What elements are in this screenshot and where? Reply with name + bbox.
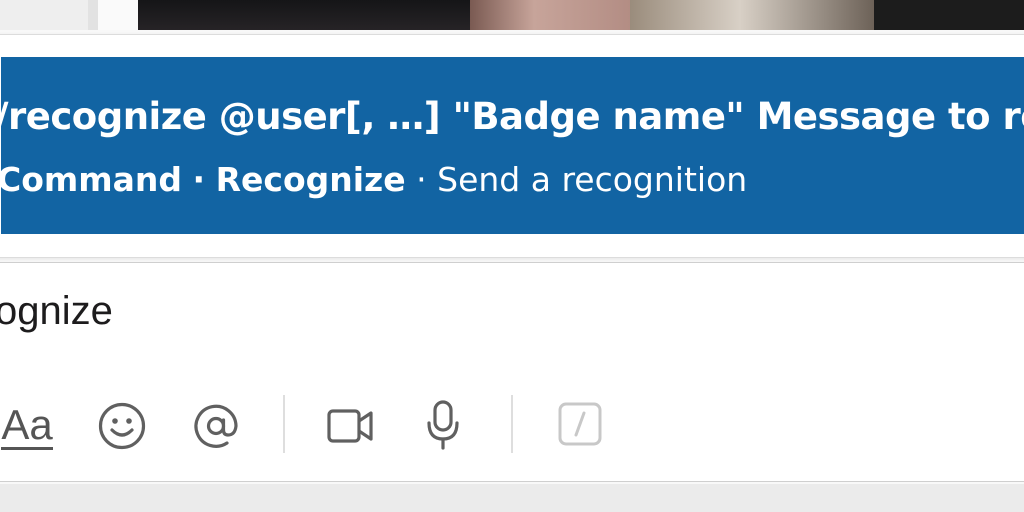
toolbar-divider <box>511 395 513 453</box>
command-syntax: /recognize @user[, …] "Badge name" Messa… <box>1 95 1024 138</box>
command-app-label: Recognize <box>215 160 406 199</box>
command-meta: Command · Recognize · Send a recognition <box>1 160 747 199</box>
history-gap <box>98 0 138 30</box>
emoji-icon[interactable] <box>95 399 149 453</box>
command-type-label: Command <box>1 160 183 199</box>
text-format-icon[interactable]: Aa <box>0 398 57 454</box>
bottom-bar <box>0 484 1024 512</box>
image-thumbnail[interactable] <box>874 0 1024 30</box>
sidebar-divider <box>88 0 98 30</box>
image-thumbnail[interactable] <box>138 0 470 30</box>
message-history-strip <box>0 0 1024 30</box>
message-input[interactable]: ognize <box>0 289 113 334</box>
command-suggestion-item[interactable]: /recognize @user[, …] "Badge name" Messa… <box>1 57 1024 234</box>
mention-icon[interactable] <box>189 399 243 453</box>
message-composer[interactable]: ognize Aa <box>0 262 1024 482</box>
toolbar-divider <box>283 395 285 453</box>
command-description: Send a recognition <box>437 160 748 199</box>
meta-separator: · <box>416 160 427 199</box>
meta-separator: · <box>192 160 206 199</box>
app-stage: /recognize @user[, …] "Badge name" Messa… <box>0 0 1024 512</box>
image-thumbnail[interactable] <box>630 0 874 30</box>
microphone-icon[interactable] <box>423 397 463 453</box>
command-autocomplete-popup: /recognize @user[, …] "Badge name" Messa… <box>0 34 1024 258</box>
sidebar-edge <box>0 0 88 30</box>
image-thumbnail[interactable] <box>470 0 630 30</box>
video-icon[interactable] <box>325 401 377 451</box>
slash-command-icon[interactable] <box>555 399 605 449</box>
format-label: Aa <box>1 400 53 450</box>
